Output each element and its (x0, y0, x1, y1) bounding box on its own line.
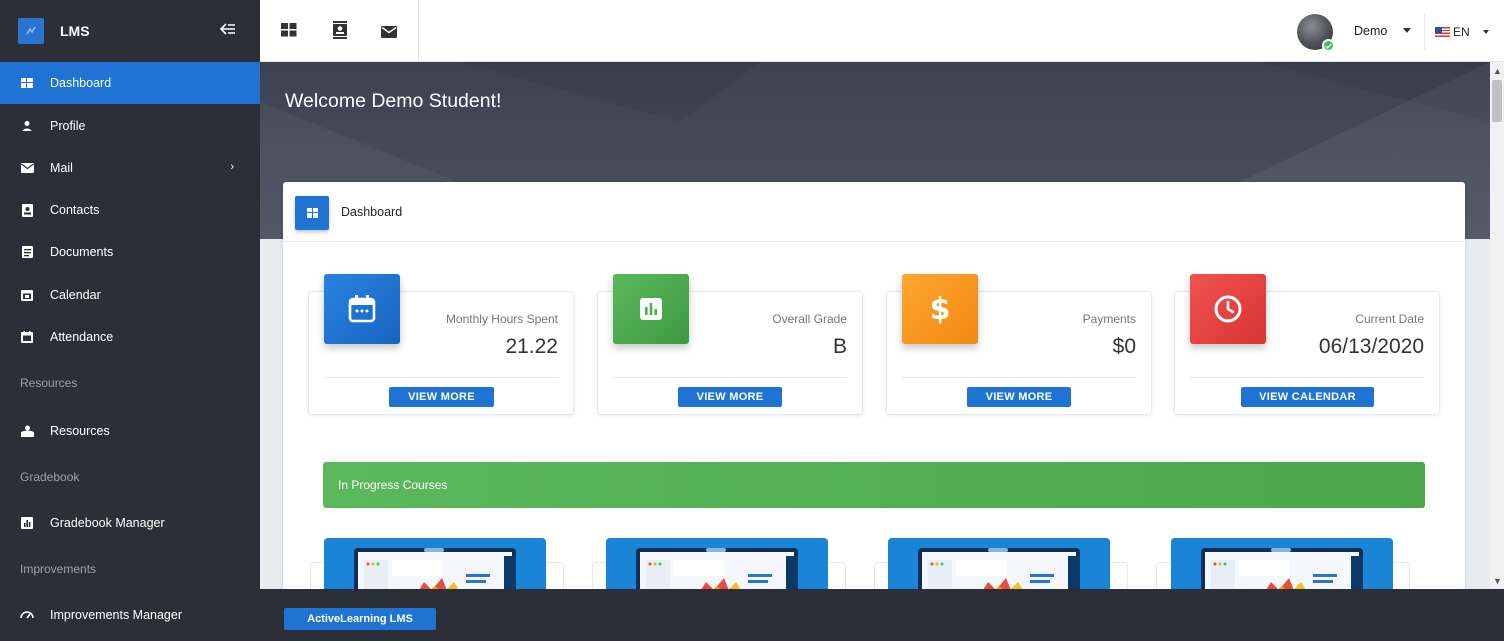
sidebar-item-resources[interactable]: Resources (0, 410, 260, 452)
divider (418, 0, 419, 62)
sidebar-item-label: Mail (50, 161, 73, 175)
stat-label: Overall Grade (772, 312, 847, 326)
sidebar-item-label: Improvements Manager (50, 608, 183, 622)
bar-chart-icon (613, 274, 689, 344)
stat-label: Current Date (1355, 312, 1424, 326)
footer: ActiveLearning LMS (260, 589, 1504, 641)
divider (902, 377, 1136, 378)
mail-icon[interactable] (381, 25, 397, 43)
sidebar-item-improvements-manager[interactable]: Improvements Manager (0, 594, 260, 636)
dollar-icon: $ (902, 274, 978, 344)
stat-card-monthly-hours: Monthly Hours Spent 21.22 VIEW MORE (308, 274, 574, 415)
sidebar-item-label: Dashboard (50, 76, 112, 90)
view-calendar-button[interactable]: VIEW CALENDAR (1241, 387, 1374, 407)
scroll-up-icon[interactable]: ▲ (1493, 66, 1502, 76)
top-bar: Demo EN (260, 0, 1504, 62)
sidebar-item-mail[interactable]: Mail › (0, 147, 260, 189)
sidebar-item-dashboard[interactable]: Dashboard (0, 62, 260, 104)
user-icon (20, 119, 34, 133)
calendar-icon (20, 288, 34, 302)
sidebar-item-profile[interactable]: Profile (0, 105, 260, 147)
sidebar-item-label: Profile (50, 119, 86, 133)
sidebar-item-label: Documents (50, 245, 114, 259)
documents-icon (20, 245, 34, 259)
sidebar-item-attendance[interactable]: Attendance (0, 316, 260, 358)
sidebar-section-gradebook: Gradebook (20, 470, 80, 484)
collapse-sidebar-icon[interactable] (219, 22, 236, 41)
stat-label: Monthly Hours Spent (445, 312, 558, 326)
divider (613, 377, 847, 378)
sidebar-item-label: Resources (50, 424, 110, 438)
divider (1190, 377, 1424, 378)
stat-card-current-date: Current Date 06/13/2020 VIEW CALENDAR (1174, 274, 1440, 415)
gradebook-icon (20, 516, 34, 530)
view-more-button[interactable]: VIEW MORE (967, 387, 1071, 407)
us-flag-icon[interactable] (1435, 27, 1450, 37)
card-header: Dashboard (283, 182, 1465, 242)
sidebar-section-resources: Resources (20, 376, 78, 390)
stat-value: 21.22 (505, 335, 558, 358)
divider (1424, 14, 1425, 50)
contacts-icon[interactable] (333, 21, 347, 44)
dashboard-icon (20, 76, 34, 90)
scroll-down-icon[interactable]: ▼ (1493, 576, 1502, 586)
caret-down-icon[interactable] (1403, 28, 1411, 33)
activelearning-lms-button[interactable]: ActiveLearning LMS (284, 608, 436, 630)
dashboard-card: Dashboard Monthly Hours Spent 21.22 VIEW… (283, 182, 1465, 602)
contacts-icon (20, 203, 34, 217)
stat-card-payments: $ Payments $0 VIEW MORE (886, 274, 1152, 415)
resources-icon (20, 424, 34, 438)
view-more-button[interactable]: VIEW MORE (389, 387, 494, 407)
mail-icon (20, 161, 34, 175)
divider (324, 377, 558, 378)
sidebar: LMS Dashboard Profile Mail › Contacts Do… (0, 0, 260, 641)
sidebar-item-label: Gradebook Manager (50, 516, 165, 530)
clock-icon (1190, 274, 1266, 344)
sidebar-item-label: Calendar (50, 288, 101, 302)
sidebar-section-improvements: Improvements (20, 562, 97, 576)
caret-down-icon[interactable] (1483, 30, 1489, 34)
card-title: Dashboard (341, 205, 403, 219)
sidebar-item-contacts[interactable]: Contacts (0, 189, 260, 231)
calendar-icon (324, 274, 400, 344)
improvements-icon (20, 608, 34, 622)
sidebar-item-documents[interactable]: Documents (0, 231, 260, 273)
chevron-right-icon: › (230, 161, 234, 173)
stat-card-overall-grade: Overall Grade B VIEW MORE (597, 274, 863, 415)
sidebar-item-calendar[interactable]: Calendar (0, 274, 260, 316)
scrollbar-thumb[interactable] (1492, 80, 1502, 122)
sidebar-item-label: Attendance (50, 330, 114, 344)
in-progress-courses-header: In Progress Courses (323, 462, 1425, 508)
language-selector[interactable]: EN (1453, 25, 1470, 39)
page-title: Welcome Demo Student! (285, 90, 502, 112)
sidebar-header: LMS (0, 0, 260, 62)
brand-name: LMS (60, 23, 90, 39)
view-more-button[interactable]: VIEW MORE (678, 387, 782, 407)
user-menu-name[interactable]: Demo (1354, 24, 1387, 38)
stat-value: B (832, 335, 847, 358)
dashboard-icon (295, 196, 329, 230)
vertical-scrollbar[interactable]: ▲ ▼ (1490, 62, 1504, 589)
online-status-icon (1322, 39, 1335, 52)
logo-icon[interactable] (18, 18, 44, 44)
stat-value: $0 (1112, 335, 1136, 358)
section-title: In Progress Courses (338, 478, 448, 492)
grid-icon[interactable] (281, 23, 297, 42)
stat-value: 06/13/2020 (1318, 335, 1424, 358)
stat-label: Payments (1082, 312, 1136, 326)
attendance-icon (20, 330, 34, 344)
sidebar-item-gradebook-manager[interactable]: Gradebook Manager (0, 502, 260, 544)
sidebar-item-label: Contacts (50, 203, 100, 217)
